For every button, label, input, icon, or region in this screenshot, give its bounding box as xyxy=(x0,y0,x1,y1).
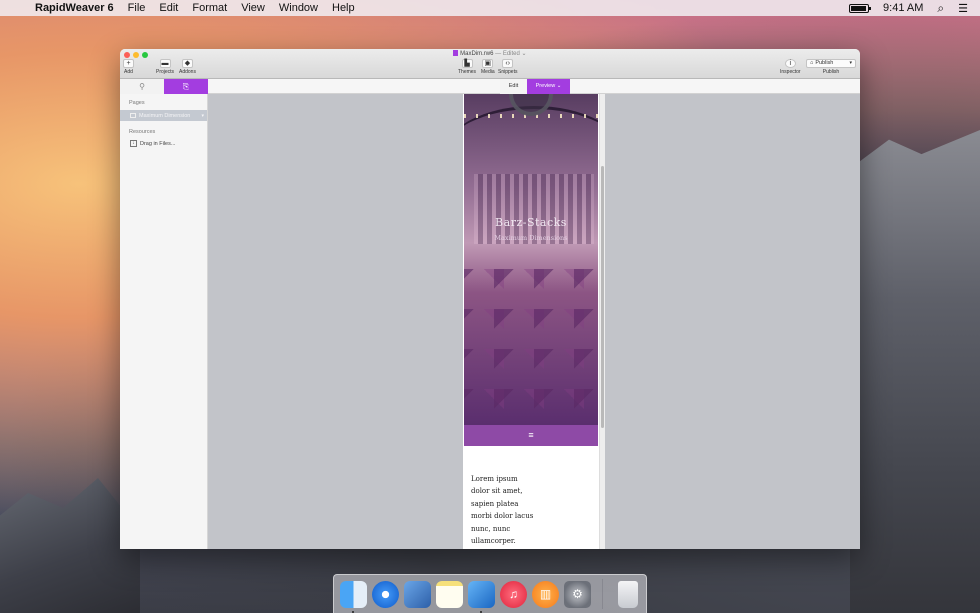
menu-view[interactable]: View xyxy=(234,0,272,16)
mobile-preview-frame[interactable]: Barz-Stacks Maximum Dimensions ≡ Lorem i… xyxy=(463,94,605,549)
add-button[interactable]: + Add xyxy=(123,59,134,75)
dock-separator xyxy=(602,579,603,609)
itunes-icon[interactable]: ♫ xyxy=(500,580,527,608)
menu-clock[interactable]: 9:41 AM xyxy=(883,2,923,14)
resources-item-label: Drag in Files... xyxy=(140,140,176,147)
media-button[interactable]: ▣ Media xyxy=(481,59,495,75)
window-titlebar: MaxDim.rw6 — Edited ⌄ + Add ▬ Projects ◆… xyxy=(120,49,860,79)
document-name: MaxDim.rw6 xyxy=(460,51,494,57)
menu-bar: RapidWeaver 6 File Edit Format View Wind… xyxy=(0,0,980,16)
geometric-pattern xyxy=(464,269,598,425)
projects-icon: ▬ xyxy=(159,59,171,68)
snippets-label: Snippets xyxy=(498,69,518,75)
download-icon: ↓ xyxy=(130,140,137,147)
preview-app-icon[interactable] xyxy=(404,580,431,608)
page-icon xyxy=(130,113,136,118)
themes-label: Themes xyxy=(458,69,477,75)
site-title: Barz-Stacks xyxy=(495,216,567,229)
chevron-down-icon: ▾ xyxy=(849,60,852,66)
hamburger-menu-icon[interactable]: ≡ xyxy=(528,430,533,440)
body-line: morbi dolor lacus xyxy=(471,512,534,521)
menu-window[interactable]: Window xyxy=(272,0,325,16)
preview-area: Barz-Stacks Maximum Dimensions ≡ Lorem i… xyxy=(208,94,860,549)
document-title: MaxDim.rw6 — Edited ⌄ xyxy=(120,50,860,57)
pages-heading: Pages xyxy=(129,100,145,106)
system-preferences-icon[interactable]: ⚙ xyxy=(564,580,591,608)
snippets-button[interactable]: ‹› Snippets xyxy=(498,59,517,75)
publish-button[interactable]: ⌂ Publish ▾ xyxy=(806,59,856,68)
menu-edit[interactable]: Edit xyxy=(152,0,185,16)
music-note-icon: ♫ xyxy=(509,587,518,601)
inspector-label: Inspector xyxy=(780,69,801,75)
publish-button-label: Publish xyxy=(815,60,834,66)
ibooks-icon[interactable]: ▥ xyxy=(532,580,559,608)
body-line: sapien platea xyxy=(471,499,519,508)
media-label: Media xyxy=(481,69,495,75)
resources-heading: Resources xyxy=(129,129,156,135)
sidebar-item-page[interactable]: Maximum Dimension ▾ xyxy=(120,110,207,121)
notes-icon[interactable] xyxy=(436,580,463,608)
projects-button[interactable]: ▬ Projects xyxy=(156,59,174,75)
running-indicator xyxy=(352,610,354,613)
xcode-icon[interactable] xyxy=(468,580,495,613)
house-icon: ⌂ xyxy=(810,60,814,66)
gear-icon: ⚙ xyxy=(572,587,583,601)
scrollbar-thumb[interactable] xyxy=(601,166,604,428)
body-line: nunc, nunc xyxy=(471,524,511,533)
desktop-mountain-right xyxy=(850,130,980,613)
tab-bar: ⚲ ⎘ Edit Preview ⌄ xyxy=(120,79,860,94)
publish-label: Publish xyxy=(822,69,840,75)
code-icon: ‹› xyxy=(502,59,514,68)
menu-file[interactable]: File xyxy=(121,0,153,16)
sidebar-item-resources[interactable]: ↓ Drag in Files... xyxy=(120,135,207,147)
addons-button[interactable]: ◆ Addons xyxy=(179,59,196,75)
body-line: ullamcorper. xyxy=(471,537,516,546)
tab-preview[interactable]: Preview ⌄ xyxy=(527,79,570,94)
nav-bar[interactable]: ≡ xyxy=(464,425,598,446)
add-label: Add xyxy=(124,69,133,75)
page-item-label: Maximum Dimension xyxy=(139,112,191,119)
spotlight-search-icon[interactable]: ⌕ xyxy=(937,1,944,16)
site-subtitle: Maximum Dimensions xyxy=(494,234,568,242)
themes-icon: ▙ xyxy=(461,59,473,68)
plus-icon: + xyxy=(123,59,134,68)
inspector-button[interactable]: i Inspector xyxy=(780,59,801,75)
document-icon xyxy=(453,50,459,57)
chevron-down-icon[interactable]: ▾ xyxy=(201,113,207,119)
menu-app-name[interactable]: RapidWeaver 6 xyxy=(28,0,121,16)
trash-icon[interactable] xyxy=(618,580,638,608)
dock: ♫ ▥ ⚙ xyxy=(333,574,647,613)
tab-edit[interactable]: Edit xyxy=(500,79,527,94)
tab-tools[interactable]: ⚲ xyxy=(120,79,164,94)
body-line: Lorem ipsum xyxy=(471,475,518,483)
tab-pages[interactable]: ⎘ xyxy=(164,79,208,94)
book-icon: ▥ xyxy=(539,587,552,601)
finder-icon[interactable] xyxy=(340,580,367,613)
menu-format[interactable]: Format xyxy=(185,0,234,16)
app-window: MaxDim.rw6 — Edited ⌄ + Add ▬ Projects ◆… xyxy=(120,49,860,549)
sidebar: Pages Maximum Dimension ▾ Resources ↓ Dr… xyxy=(120,94,208,549)
menu-help[interactable]: Help xyxy=(325,0,362,16)
document-status[interactable]: — Edited ⌄ xyxy=(495,51,526,57)
body-line: dolor sit amet, xyxy=(471,487,523,496)
publish-control[interactable]: ⌂ Publish ▾ Publish xyxy=(806,59,856,75)
media-icon: ▣ xyxy=(482,59,494,68)
preview-scrollbar[interactable] xyxy=(599,94,605,549)
projects-label: Projects xyxy=(156,69,175,75)
status-area: 9:41 AM ⌕ ☰ xyxy=(849,1,980,16)
addons-label: Addons xyxy=(179,69,196,75)
puzzle-icon: ◆ xyxy=(181,59,193,68)
info-icon: i xyxy=(784,59,796,68)
safari-icon[interactable] xyxy=(372,580,399,608)
themes-button[interactable]: ▙ Themes xyxy=(458,59,476,75)
battery-icon[interactable] xyxy=(849,3,872,13)
running-indicator xyxy=(480,610,482,613)
desktop-mountain-left xyxy=(0,478,140,613)
hero-banner: Barz-Stacks Maximum Dimensions xyxy=(464,94,598,425)
notification-center-icon[interactable]: ☰ xyxy=(958,2,968,15)
body-text: Lorem ipsum dolor sit amet, sapien plate… xyxy=(471,473,591,547)
